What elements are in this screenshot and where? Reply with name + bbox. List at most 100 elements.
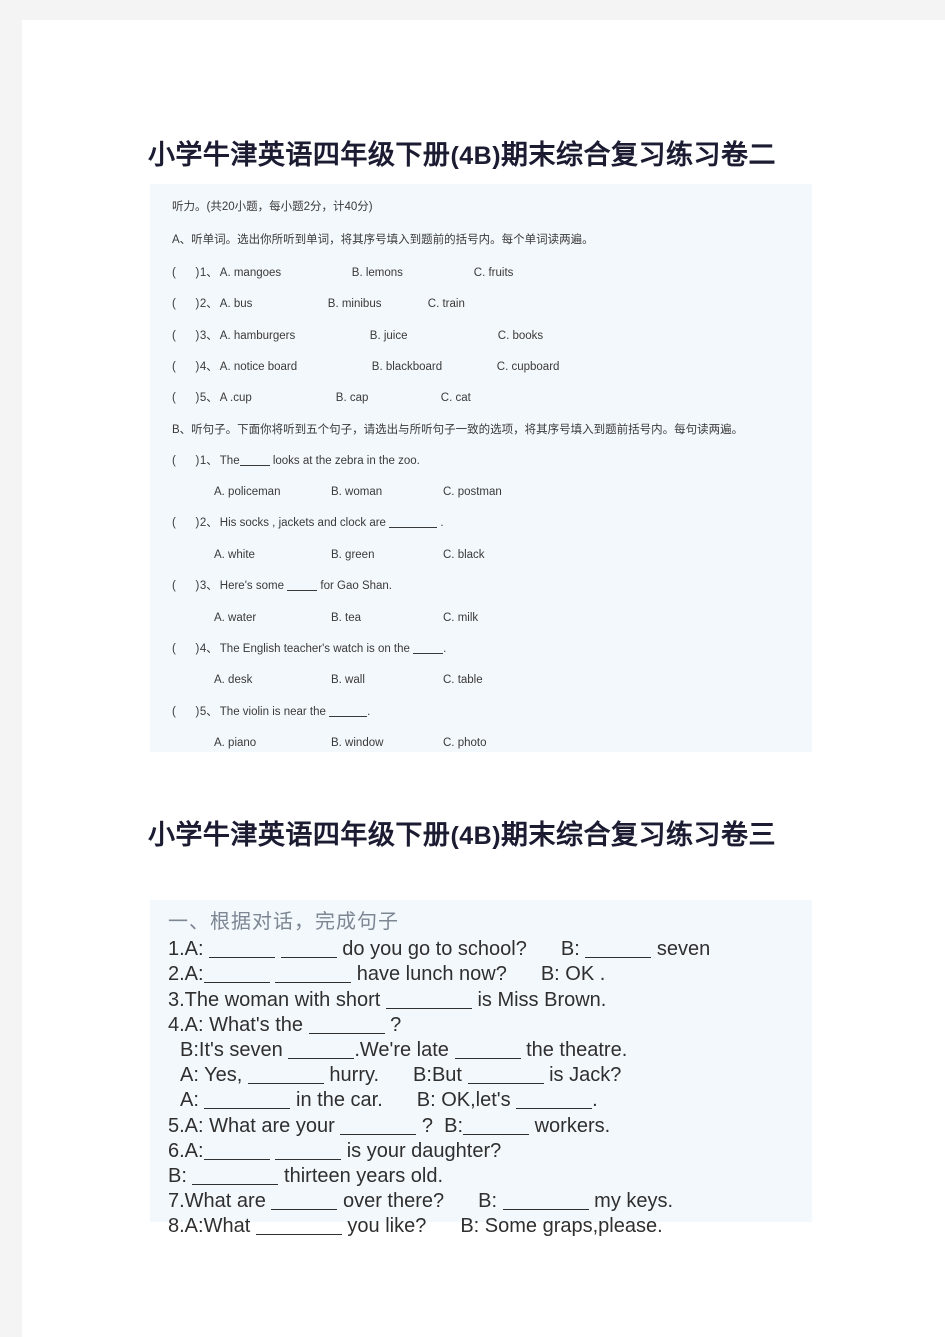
option-b[interactable]: B. minibus bbox=[328, 297, 428, 311]
fill-blank[interactable] bbox=[280, 957, 337, 959]
question-row: ( )1、 A. mangoes B. lemons C. fruits bbox=[172, 266, 812, 280]
line-text: seven bbox=[656, 938, 711, 961]
line-text: have lunch now? bbox=[356, 963, 507, 986]
fill-blank[interactable] bbox=[203, 1158, 270, 1160]
fill-blank[interactable] bbox=[247, 1083, 324, 1085]
fill-blank[interactable] bbox=[204, 1108, 291, 1110]
option-a[interactable]: A. policeman bbox=[214, 485, 331, 499]
option-c[interactable]: C. postman bbox=[443, 485, 502, 499]
fill-blank[interactable] bbox=[467, 1083, 544, 1085]
option-a[interactable]: A. piano bbox=[214, 736, 331, 750]
option-a[interactable]: A. water bbox=[214, 611, 331, 625]
fill-blank[interactable] bbox=[288, 1057, 355, 1059]
fill-blank[interactable] bbox=[308, 1032, 385, 1034]
part-b-instruction: B、听句子。下面你将听到五个句子，请选出与所听句子一致的选项，将其序号填入到题前… bbox=[172, 423, 744, 436]
option-c[interactable]: C. cat bbox=[441, 391, 471, 405]
answer-bracket[interactable]: ( ) bbox=[172, 517, 200, 529]
fill-blank[interactable] bbox=[271, 1209, 338, 1211]
sentence-stem-before: His socks , jackets and clock are bbox=[219, 517, 386, 530]
fill-blank[interactable] bbox=[340, 1133, 417, 1135]
option-a[interactable]: A. white bbox=[214, 548, 331, 562]
option-a[interactable]: A. desk bbox=[214, 673, 331, 687]
answer-bracket[interactable]: ( ) bbox=[172, 643, 200, 655]
line-text: 5.A: What are your bbox=[168, 1114, 335, 1137]
options-row: A. piano B. window C. photo bbox=[214, 736, 812, 750]
fill-blank[interactable] bbox=[203, 982, 270, 984]
page-title-paper-two: 小学牛津英语四年级下册(4B)期末综合复习练习卷二 bbox=[22, 133, 902, 172]
line-text: ? bbox=[421, 1114, 433, 1137]
question-row: ( )5、 A .cup B. cap C. cat bbox=[172, 391, 812, 405]
question-number: 2、 bbox=[199, 517, 218, 530]
dialogue-section-block: 一、根据对话，完成句子 1.A: do you go to school? B: … bbox=[150, 900, 812, 1237]
options-row: A. white B. green C. black bbox=[214, 548, 812, 562]
option-c[interactable]: C. milk bbox=[443, 611, 478, 625]
option-b[interactable]: B. blackboard bbox=[372, 360, 497, 374]
line-text: do you go to school? bbox=[342, 938, 527, 961]
option-c[interactable]: C. black bbox=[443, 548, 485, 562]
fill-blank[interactable] bbox=[239, 464, 270, 466]
answer-bracket[interactable]: ( ) bbox=[172, 267, 200, 279]
option-c[interactable]: C. cupboard bbox=[497, 360, 560, 374]
option-b[interactable]: B. green bbox=[331, 548, 443, 562]
fill-blank[interactable] bbox=[454, 1057, 521, 1059]
answer-bracket[interactable]: ( ) bbox=[172, 580, 200, 592]
answer-bracket[interactable]: ( ) bbox=[172, 361, 200, 373]
answer-bracket[interactable]: ( ) bbox=[172, 455, 200, 467]
fill-blank[interactable] bbox=[192, 1183, 279, 1185]
option-a[interactable]: A. mangoes bbox=[220, 266, 352, 280]
option-b[interactable]: B. wall bbox=[331, 673, 443, 687]
option-b[interactable]: B. woman bbox=[331, 485, 443, 499]
fill-blank[interactable] bbox=[275, 982, 352, 984]
option-a[interactable]: A. bus bbox=[220, 297, 328, 311]
fill-blank[interactable] bbox=[389, 527, 438, 529]
dialogue-line: B:It's seven .We're late the theatre. bbox=[168, 1038, 812, 1063]
question-row: ( )3、 A. hamburgers B. juice C. books bbox=[172, 329, 812, 343]
line-text: B: bbox=[168, 1164, 187, 1187]
question-row: ( )5、 The violin is near the . bbox=[172, 705, 812, 719]
fill-blank[interactable] bbox=[413, 652, 444, 654]
fill-blank[interactable] bbox=[385, 1007, 472, 1009]
title-code: (4B) bbox=[450, 822, 502, 850]
answer-bracket[interactable]: ( ) bbox=[172, 298, 200, 310]
title-suffix: 期末综合复习练习卷二 bbox=[501, 140, 777, 170]
line-text: the theatre. bbox=[526, 1038, 628, 1061]
option-a[interactable]: A .cup bbox=[220, 391, 336, 405]
dialogue-line: 5.A: What are your ? B: workers. bbox=[168, 1114, 812, 1139]
option-b[interactable]: B. window bbox=[331, 736, 443, 750]
fill-blank[interactable] bbox=[275, 1158, 342, 1160]
answer-bracket[interactable]: ( ) bbox=[172, 392, 200, 404]
option-c[interactable]: C. photo bbox=[443, 736, 486, 750]
option-b[interactable]: B. lemons bbox=[352, 266, 474, 280]
option-b[interactable]: B. tea bbox=[331, 611, 443, 625]
line-text: 8.A:What bbox=[168, 1215, 251, 1238]
line-text: B: Some graps,please. bbox=[460, 1215, 663, 1238]
fill-blank[interactable] bbox=[585, 957, 652, 959]
line-text: hurry. bbox=[329, 1064, 380, 1087]
fill-blank[interactable] bbox=[255, 1234, 342, 1236]
fill-blank[interactable] bbox=[502, 1209, 589, 1211]
sentence-stem-before: The violin is near the bbox=[219, 705, 326, 718]
answer-bracket[interactable]: ( ) bbox=[172, 330, 200, 342]
fill-blank[interactable] bbox=[329, 715, 368, 717]
option-b[interactable]: B. juice bbox=[370, 329, 498, 343]
option-b[interactable]: B. cap bbox=[336, 391, 441, 405]
title-prefix: 小学牛津英语四年级下册 bbox=[147, 820, 451, 850]
sentence-stem-before: The bbox=[219, 454, 240, 467]
fill-blank[interactable] bbox=[209, 957, 276, 959]
question-number: 4、 bbox=[199, 361, 218, 373]
page-title-paper-three: 小学牛津英语四年级下册(4B)期末综合复习练习卷三 bbox=[22, 813, 902, 852]
line-text: . bbox=[592, 1089, 598, 1112]
option-a[interactable]: A. hamburgers bbox=[220, 329, 370, 343]
line-text: in the car. bbox=[296, 1089, 383, 1112]
option-a[interactable]: A. notice board bbox=[220, 360, 372, 374]
option-c[interactable]: C. fruits bbox=[474, 266, 514, 280]
fill-blank[interactable] bbox=[516, 1108, 593, 1110]
option-c[interactable]: C. table bbox=[443, 673, 483, 687]
line-text: is Miss Brown. bbox=[477, 988, 607, 1011]
option-c[interactable]: C. train bbox=[428, 297, 465, 311]
fill-blank[interactable] bbox=[287, 590, 318, 592]
line-text: .We're late bbox=[354, 1038, 449, 1061]
fill-blank[interactable] bbox=[463, 1133, 530, 1135]
answer-bracket[interactable]: ( ) bbox=[172, 706, 200, 718]
option-c[interactable]: C. books bbox=[498, 329, 543, 343]
